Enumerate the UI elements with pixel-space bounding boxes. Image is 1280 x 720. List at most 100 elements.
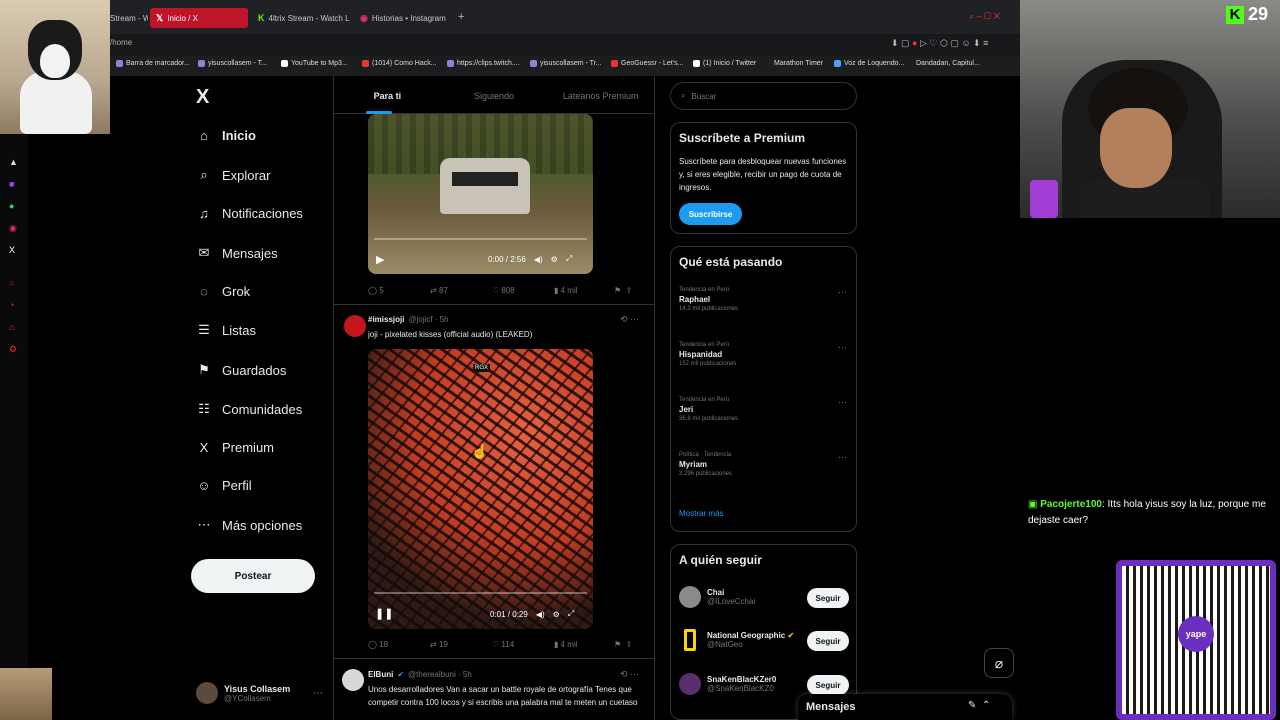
more-icon[interactable]: ⋯ xyxy=(313,688,323,699)
nav-item-profile[interactable]: ☺ Perfil xyxy=(196,478,251,493)
bookmark-label: yisuscollasem - Tr... xyxy=(540,60,602,67)
bookmark-label: (1) Inicio / Twitter xyxy=(703,60,757,67)
fullscreen-icon[interactable]: ⤢ xyxy=(568,609,574,619)
show-more-link[interactable]: Mostrar más xyxy=(679,509,723,518)
trend-item[interactable]: Política · Tendencia Myriam 3.296 publicac… xyxy=(679,452,732,477)
trend-item[interactable]: Tendencia en Perú Hispanidad 152 mil publi… xyxy=(679,342,736,367)
nav-item-more[interactable]: ⋯ Más opciones xyxy=(196,517,303,533)
nav-item-premium[interactable]: X Premium xyxy=(196,440,274,455)
post-button[interactable]: Postear xyxy=(191,559,315,593)
tab-instagram[interactable]: ◉ Historias • Instagram xyxy=(354,8,454,28)
more-icon[interactable]: ⋯ xyxy=(838,342,847,353)
nav-item-messages[interactable]: ✉ Mensajes xyxy=(196,245,278,261)
play-icon[interactable]: ▶ xyxy=(376,253,384,266)
bookmark-item[interactable]: GeoGuessr - Let's... xyxy=(611,60,683,67)
more-icon[interactable]: ⋯ xyxy=(838,452,847,463)
subscribe-button[interactable]: Suscribirse xyxy=(679,203,742,225)
like-button[interactable]: ♡ 114 xyxy=(492,640,554,649)
fullscreen-icon[interactable]: ⤢ xyxy=(566,254,572,264)
pause-icon[interactable]: ❚❚ xyxy=(375,607,393,620)
follow-suggestion[interactable]: SnaKenBlacKZer0 @SnaKenBlacKZ0 xyxy=(679,673,776,695)
settings-icon[interactable]: ⚙ xyxy=(551,255,558,264)
sidebar-tool-icon[interactable]: ○ xyxy=(9,278,14,288)
author-handle[interactable]: @jojicf · 5h xyxy=(408,315,448,324)
url-field[interactable]: /home xyxy=(110,38,132,47)
bookmark-item[interactable]: yisuscollasem - Tr... xyxy=(530,60,601,67)
tab-following[interactable]: Siguiendo xyxy=(441,80,548,113)
reply-button[interactable]: ◯ 5 xyxy=(368,286,430,295)
search-input[interactable]: ⌕ Buscar xyxy=(670,82,857,110)
settings-icon[interactable]: ⚙ xyxy=(9,344,17,355)
bookmark-item[interactable]: YouTube to Mp3... xyxy=(281,60,348,67)
nav-label: Explorar xyxy=(222,167,271,183)
tab-lateanos-premium[interactable]: Lateanos Premium xyxy=(547,80,654,113)
reply-button[interactable]: ◯ 18 xyxy=(368,640,430,649)
new-tab-button[interactable]: + xyxy=(458,11,464,23)
instagram-icon[interactable]: ◉ xyxy=(9,223,17,234)
follow-button[interactable]: Seguir xyxy=(807,588,849,608)
author-name[interactable]: ElBuni xyxy=(368,670,393,679)
bookmark-item[interactable]: Voz de Loquendo... xyxy=(834,60,904,67)
follow-suggestion[interactable]: Chai @ILoveCchai xyxy=(679,586,755,608)
more-icon[interactable]: ⟲ ⋯ xyxy=(620,314,639,325)
video-progress[interactable] xyxy=(374,592,587,594)
bookmark-item[interactable]: Barra de marcador... xyxy=(116,60,190,67)
repost-button[interactable]: ⇄ 19 xyxy=(430,640,492,649)
follow-suggestion[interactable]: National Geographic ✔ @NatGeo xyxy=(679,629,794,651)
grok-icon[interactable]: ⌀ xyxy=(984,648,1014,678)
chevron-up-icon[interactable]: ⌃ xyxy=(982,700,990,711)
history-icon[interactable]: ◔ xyxy=(9,300,14,310)
volume-icon[interactable]: ◀) xyxy=(534,255,543,264)
repost-button[interactable]: ⇄ 87 xyxy=(430,286,492,295)
trend-item[interactable]: Tendencia en Perú Raphael 14,3 mil publica… xyxy=(679,287,738,312)
author-handle[interactable]: @therealbuni · 5h xyxy=(408,670,472,679)
bookmark-item[interactable]: https://clips.twitch.... xyxy=(447,60,520,67)
bookmark-item[interactable]: (1014) Como Hack... xyxy=(362,60,437,67)
sidebar-app-icon[interactable]: ▲ xyxy=(9,157,18,167)
video-progress[interactable] xyxy=(374,238,587,240)
follow-button[interactable]: Seguir xyxy=(807,675,849,695)
volume-icon[interactable]: ◀) xyxy=(536,610,545,619)
bag-icon[interactable]: ⌂ xyxy=(9,322,14,332)
bookmark-item[interactable]: Dandadan, Capitul... xyxy=(916,60,980,67)
bookmark-item[interactable]: (1) Inicio / Twitter xyxy=(693,60,756,67)
tab-for-you[interactable]: Para ti xyxy=(334,80,441,113)
bookmark-icon[interactable]: ⚑ ⇪ xyxy=(614,286,632,295)
like-button[interactable]: ♡ 808 xyxy=(492,286,554,295)
tab-kick-4ltrix[interactable]: K 4ltrix Stream - Watch Liv xyxy=(252,8,350,28)
bookmark-item[interactable]: Marathon Timer xyxy=(774,60,823,67)
window-controls[interactable]: ⌕ – ▢ ✕ xyxy=(969,11,1000,22)
tab-x-home[interactable]: 𝕏 Inicio / X xyxy=(150,8,248,28)
bookmark-icon[interactable]: ⚑ ⇪ xyxy=(614,640,632,649)
nav-item-notifications[interactable]: ♫ Notificaciones xyxy=(196,206,303,221)
nav-item-explore[interactable]: ⌕ Explorar xyxy=(196,167,270,183)
follow-button[interactable]: Seguir xyxy=(807,631,849,651)
author-name[interactable]: #imissjoji xyxy=(368,315,404,324)
more-icon[interactable]: ⟲ ⋯ xyxy=(620,669,639,680)
bookmark-item[interactable]: yisuscollasem - T... xyxy=(198,60,267,67)
nav-item-bookmarks[interactable]: ⚑ Guardados xyxy=(196,362,286,378)
compose-icon[interactable]: ✎ xyxy=(968,700,976,711)
trend-item[interactable]: Tendencia en Perú Jeri 36,8 mil publicacio… xyxy=(679,397,738,422)
tab-kick-stream[interactable]: Stream - W xyxy=(104,8,148,28)
settings-icon[interactable]: ⚙ xyxy=(553,610,560,619)
whatsapp-icon[interactable]: ● xyxy=(9,201,14,211)
avatar[interactable] xyxy=(342,669,364,691)
account-switcher[interactable]: Yisus Collasem @YCollasem xyxy=(196,682,290,704)
x-icon[interactable]: X xyxy=(9,245,15,255)
views-button[interactable]: ▮ 4 mil xyxy=(554,640,614,649)
twitch-icon[interactable]: ■ xyxy=(9,179,14,189)
views-button[interactable]: ▮ 4 mil xyxy=(554,286,614,295)
extension-icons[interactable]: ⬇ ▢ ● ▷ ♡ ⬡ ▢ ☺ ⬇ ≡ xyxy=(891,38,988,49)
more-icon[interactable]: ⋯ xyxy=(838,397,847,408)
nav-item-home[interactable]: ⌂ Inicio xyxy=(196,128,256,143)
more-icon[interactable]: ⋯ xyxy=(838,287,847,298)
nav-item-communities[interactable]: ☷ Comunidades xyxy=(196,401,302,417)
nav-item-lists[interactable]: ☰ Listas xyxy=(196,322,256,338)
messages-actions[interactable]: ✎ ⌃ xyxy=(968,700,990,711)
nav-item-grok[interactable]: ◌ Grok xyxy=(196,284,250,299)
x-logo-icon[interactable]: X xyxy=(196,86,209,109)
trends-title: Qué está pasando xyxy=(679,255,783,269)
repost-count: 19 xyxy=(438,640,448,649)
avatar[interactable] xyxy=(344,315,366,337)
